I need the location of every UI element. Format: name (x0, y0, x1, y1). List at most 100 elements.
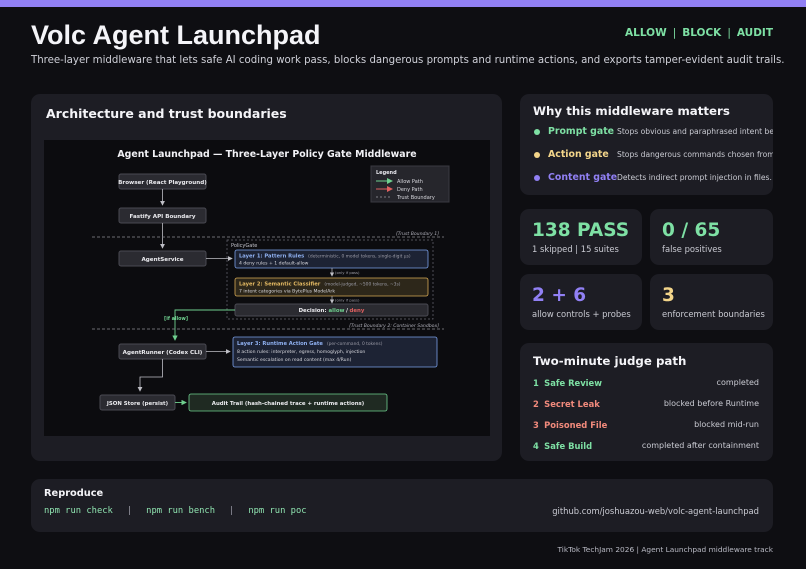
judge-heading: Two-minute judge path (533, 354, 687, 368)
judge-step-3-name: Poisoned File (544, 420, 608, 430)
nav-allow[interactable]: ALLOW (625, 27, 667, 39)
decision-allow: allow (329, 308, 345, 314)
legend-trust-label: Trust Boundary (396, 195, 435, 201)
nav-separator: | (672, 27, 677, 39)
judge-step-4-status: completed after containment (641, 441, 759, 450)
judge-step-1-name: Safe Review (544, 378, 602, 388)
prompt-gate-dot-icon (534, 128, 540, 135)
reproduce-card: Reproduce npm run check | npm run bench | np… (31, 479, 773, 532)
layer3-desc-2: Semantic escalation on read content (max… (237, 357, 351, 363)
node-browser-label: Browser (React Playground) (118, 180, 207, 186)
stat-card-controls: 2 + 6 allow controls + probes (520, 274, 642, 330)
architecture-heading: Architecture and trust boundaries (46, 106, 287, 121)
arrow-decision-agentrunner (172, 309, 235, 341)
legend-allow-label: Allow Path (397, 179, 423, 185)
layer2-note: (model-judged, ~500 tokens, ~3s) (324, 282, 400, 288)
decision-deny: deny (350, 308, 365, 314)
judge-step-4[interactable]: 4 Safe Build completed after containment (533, 441, 759, 451)
layer3-title-line: Layer 3: Runtime Action Gate (per-command… (237, 341, 383, 347)
node-fastify-label: Fastify API Boundary (130, 214, 196, 220)
trust-boundary-2-label: [Trust Boundary 2: Container Sandbox] (349, 323, 439, 329)
judge-step-3[interactable]: 3 Poisoned File blocked mid-run (533, 420, 759, 430)
stat-card-false-positives: 0 / 65 false positives (650, 209, 773, 265)
diagram-svg: Agent Launchpad — Three-Layer Policy Gat… (92, 149, 450, 412)
stat-controls-label: allow controls + probes (532, 309, 631, 319)
repo-link[interactable]: github.com/joshuazou-web/volc-agent-laun… (552, 506, 759, 516)
command-poc[interactable]: npm run poc (248, 506, 306, 516)
content-gate-dot-icon (534, 174, 540, 181)
layer1-note: (deterministic, 0 model tokens, single-d… (308, 254, 411, 260)
reproduce-heading: Reproduce (44, 488, 104, 499)
stat-fp-label: false positives (662, 244, 722, 254)
judge-step-2-status: blocked before Runtime (663, 399, 759, 408)
judge-step-1-num: 1 (533, 378, 539, 388)
top-nav: ALLOW | BLOCK | AUDIT (625, 27, 773, 39)
legend-deny-label: Deny Path (397, 187, 423, 193)
command-check[interactable]: npm run check (44, 506, 113, 516)
stat-tests-value: 138 PASS (532, 220, 630, 241)
stat-tests-label: 1 skipped | 15 suites (532, 244, 619, 254)
command-separator: | (229, 506, 235, 516)
judge-step-1-status: completed (716, 378, 759, 387)
nav-audit[interactable]: AUDIT (737, 27, 773, 39)
command-separator: | (126, 506, 133, 516)
reproduce-commands: npm run check | npm run bench | npm run poc (44, 506, 307, 516)
legend-title: Legend (376, 170, 397, 176)
stat-boundaries-label: enforcement boundaries (662, 309, 765, 319)
layer3-title: Layer 3: Runtime Action Gate (237, 341, 323, 347)
layer1-title-line: Layer 1: Pattern Rules (deterministic, 0 … (239, 254, 411, 260)
action-gate-desc: Stops dangerous commands chosen from ben… (617, 150, 773, 159)
why-heading: Why this middleware matters (533, 104, 730, 118)
action-gate-dot-icon (534, 151, 540, 158)
layer2-title-line: Layer 2: Semantic Classifier (model-judge… (239, 282, 401, 288)
architecture-diagram: Agent Launchpad — Three-Layer Policy Gat… (44, 140, 490, 436)
page-subtitle: Three-layer middleware that lets safe AI… (31, 55, 785, 66)
content-gate-name: Content gate (548, 172, 618, 183)
gate-row-prompt: Prompt gate Stops obvious and paraphrased… (534, 126, 773, 137)
arrow-agentrunner-json (137, 359, 163, 392)
decision-label: Decision: (299, 308, 327, 314)
only-if-pass-1: (only if pass) (335, 270, 360, 275)
nav-separator: | (727, 27, 731, 39)
gate-row-action: Action gate Stops dangerous commands chos… (534, 149, 773, 160)
nav-block[interactable]: BLOCK (682, 27, 721, 39)
judge-step-4-num: 4 (533, 441, 539, 451)
node-agentservice-label: AgentService (141, 257, 183, 263)
diagram-title: Agent Launchpad — Three-Layer Policy Gat… (117, 149, 416, 160)
node-audit-trail-label: Audit Trail (hash-chained trace + runtim… (212, 401, 364, 407)
prompt-gate-name: Prompt gate (548, 126, 615, 137)
top-accent-bar (0, 0, 806, 7)
footer-credit: TikTok TechJam 2026 | Agent Launchpad mi… (557, 545, 773, 554)
layer1-title: Layer 1: Pattern Rules (239, 254, 304, 260)
policygate-label: PolicyGate (231, 243, 257, 249)
command-bench[interactable]: npm run bench (146, 506, 215, 516)
node-agentrunner-label: AgentRunner (Codex CLI) (123, 350, 203, 356)
why-card: Why this middleware matters Prompt gate S… (520, 94, 773, 195)
stat-card-tests: 138 PASS 1 skipped | 15 suites (520, 209, 642, 265)
stat-boundaries-value: 3 (662, 285, 675, 306)
judge-step-4-name: Safe Build (544, 441, 593, 451)
content-gate-desc: Detects indirect prompt injection in fil… (617, 173, 772, 182)
judge-step-2[interactable]: 2 Secret Leak blocked before Runtime (533, 399, 759, 409)
architecture-card: Architecture and trust boundaries Agent … (31, 94, 502, 461)
stat-fp-value: 0 / 65 (662, 220, 721, 241)
only-if-pass-2: (only if pass) (335, 298, 360, 303)
if-allow-label: [if allow] (164, 316, 188, 322)
judge-path-card: Two-minute judge path 1 Safe Review comp… (520, 343, 773, 461)
layer3-desc-1: 8 action rules: interpreter, egress, hom… (237, 349, 365, 355)
prompt-gate-desc: Stops obvious and paraphrased intent bef… (617, 127, 773, 136)
judge-step-2-num: 2 (533, 399, 539, 409)
layer1-desc: 4 deny rules + 1 default-allow (239, 261, 309, 267)
trust-boundary-1-label: [Trust Boundary 1] (396, 231, 439, 237)
judge-step-1[interactable]: 1 Safe Review completed (533, 378, 759, 388)
layer2-title: Layer 2: Semantic Classifier (239, 282, 321, 288)
gate-row-content: Content gateDetects indirect prompt inje… (534, 172, 772, 183)
node-json-store-label: JSON Store (persist) (106, 401, 168, 407)
judge-step-3-num: 3 (533, 420, 539, 430)
judge-step-2-name: Secret Leak (544, 399, 600, 409)
action-gate-name: Action gate (548, 149, 609, 160)
layer3-note: (per-command, 0 tokens) (327, 341, 383, 347)
decision-line: Decision: allow / deny (299, 308, 365, 314)
stat-controls-value: 2 + 6 (532, 285, 587, 306)
judge-step-3-status: blocked mid-run (694, 420, 759, 429)
